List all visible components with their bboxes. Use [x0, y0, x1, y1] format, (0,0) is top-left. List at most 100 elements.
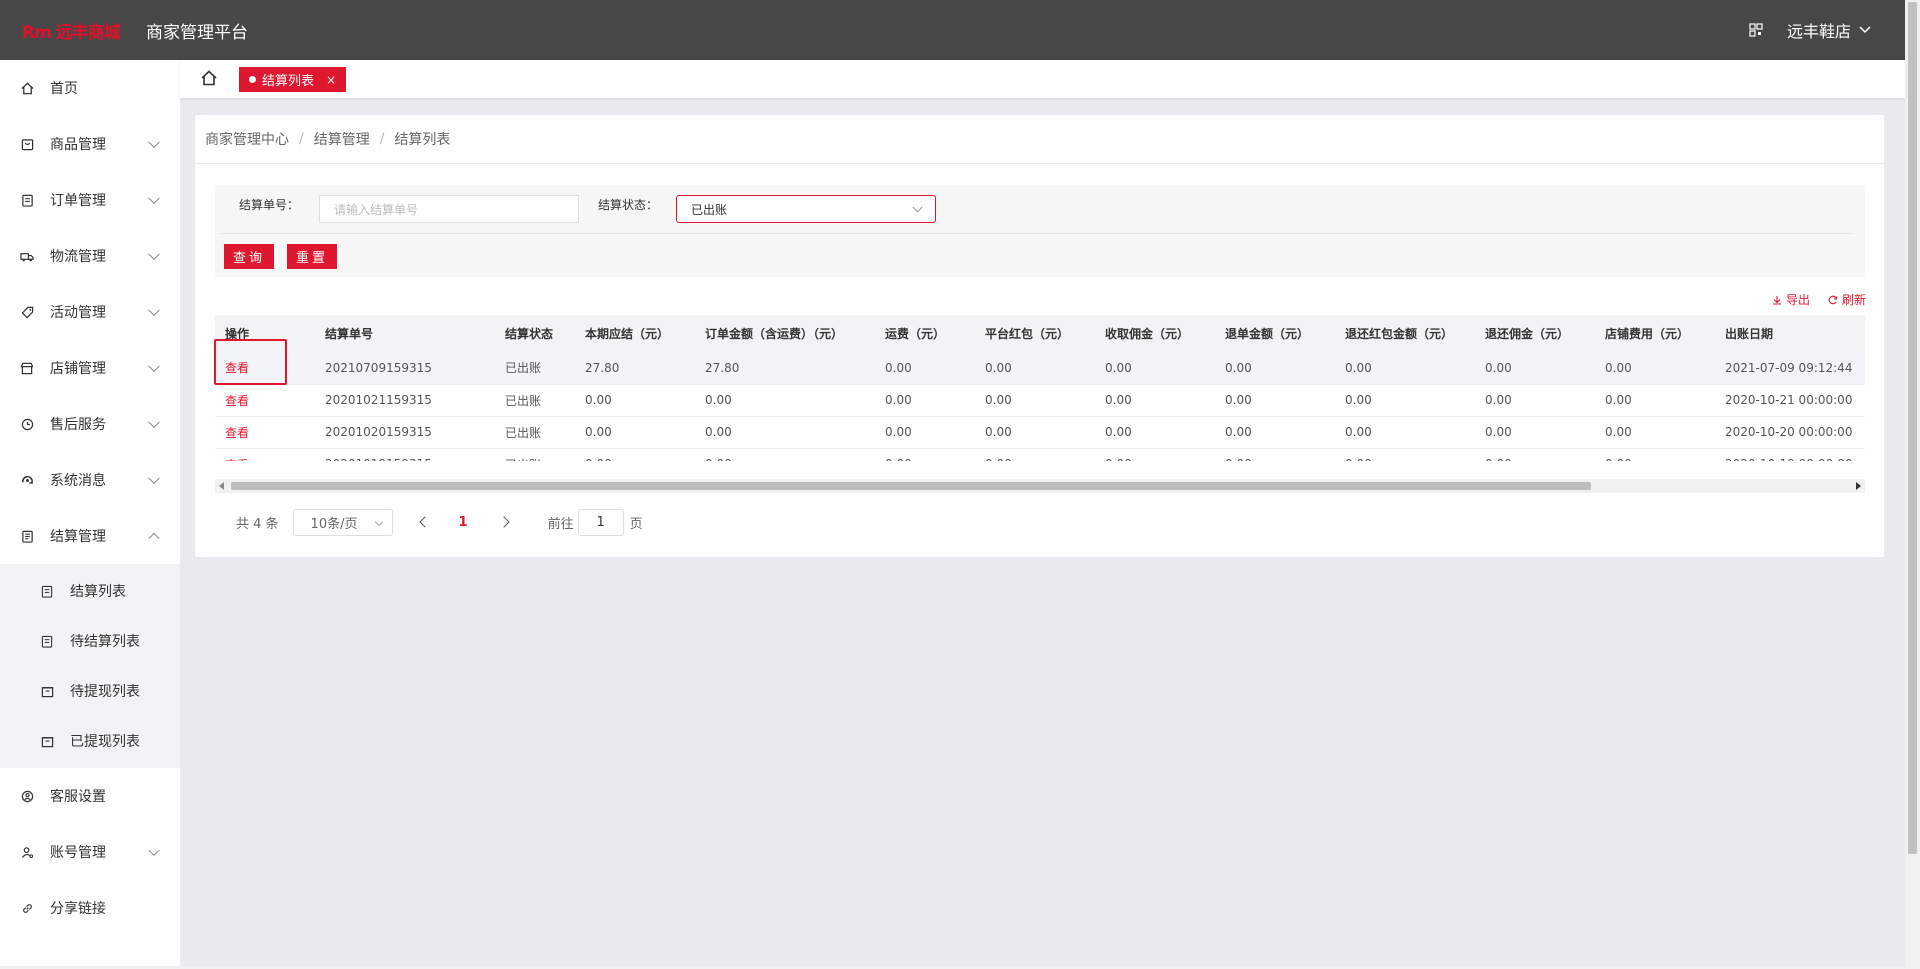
sidebar-item-store[interactable]: 店铺管理: [0, 340, 180, 396]
breadcrumb-item[interactable]: 商家管理中心: [205, 129, 289, 149]
tab-settlement-list[interactable]: 结算列表 ×: [239, 67, 347, 92]
chevron-down-icon: [148, 416, 160, 429]
table-cell: 0.00: [1475, 384, 1595, 417]
table-tools: 导出 刷新: [1772, 291, 1866, 308]
table-cell: 2020-10-20 00:00:00: [1715, 416, 1865, 449]
sidebar-item-activities[interactable]: 活动管理: [0, 284, 180, 340]
scroll-right-icon[interactable]: [1856, 482, 1861, 490]
sidebar-item-account[interactable]: 账号管理: [0, 824, 180, 880]
table-cell: 0.00: [875, 416, 975, 449]
table-cell: 0.00: [695, 384, 875, 417]
view-link[interactable]: 查看: [215, 416, 315, 449]
message-icon: [20, 473, 34, 487]
column-header: 结算状态: [495, 315, 575, 352]
status-select[interactable]: 已出账: [676, 195, 936, 223]
order-number-input[interactable]: 请输入结算单号: [319, 195, 579, 223]
export-button[interactable]: 导出: [1772, 291, 1810, 308]
column-header: 平台红包（元）: [975, 315, 1095, 352]
home-icon: [20, 81, 34, 95]
home-tab-icon[interactable]: [200, 69, 218, 87]
prev-page-icon[interactable]: [418, 516, 431, 528]
page-size-select[interactable]: 10条/页: [292, 508, 393, 536]
chevron-down-icon: [148, 844, 160, 857]
table-cell: 20201019159315: [315, 448, 495, 461]
goto-label: 前往: [547, 516, 574, 532]
submenu-item-pending-settlement[interactable]: 待结算列表: [0, 616, 180, 666]
table-cell: 0.00: [575, 384, 695, 417]
sidebar-item-label: 商品管理: [50, 137, 106, 153]
search-form: 结算单号： 请输入结算单号 结算状态： 已出账 查询 重置: [215, 185, 1865, 277]
refresh-label: 刷新: [1841, 293, 1866, 307]
breadcrumb-item[interactable]: 结算管理: [314, 129, 370, 149]
table-cell: 已出账: [495, 352, 575, 385]
order-number-label: 结算单号：: [239, 198, 300, 212]
table-cell: 0.00: [975, 416, 1095, 449]
truck-icon: [20, 249, 34, 263]
sidebar-item-settlement[interactable]: 结算管理: [0, 508, 180, 564]
goods-icon: [20, 137, 34, 151]
sidebar-item-label: 分享链接: [50, 901, 106, 917]
wallet-icon: [40, 734, 54, 748]
view-link[interactable]: 查看: [215, 384, 315, 417]
customer-service-icon: [20, 789, 34, 803]
vertical-scrollbar[interactable]: [1905, 0, 1920, 969]
column-header: 结算单号: [315, 315, 495, 352]
submenu-item-label: 待结算列表: [70, 634, 140, 650]
sidebar-item-logistics[interactable]: 物流管理: [0, 228, 180, 284]
settlement-icon: [20, 529, 34, 543]
view-link[interactable]: 查看: [215, 448, 315, 461]
goto-suffix: 页: [629, 516, 643, 532]
submenu-item-withdrawn[interactable]: 已提现列表: [0, 716, 180, 766]
page-number[interactable]: 1: [459, 515, 468, 530]
horizontal-scrollbar[interactable]: [215, 479, 1865, 493]
table-cell: 0.00: [1335, 448, 1475, 461]
active-dot-icon: [249, 76, 256, 83]
submenu-item-settlement-list[interactable]: 结算列表: [0, 566, 180, 616]
table-cell: 0.00: [1095, 384, 1215, 417]
sidebar-item-after-sales[interactable]: 售后服务: [0, 396, 180, 452]
status-label: 结算状态：: [598, 198, 659, 212]
goto-page-input[interactable]: 1: [577, 508, 624, 536]
chevron-down-icon: [148, 192, 160, 205]
refresh-button[interactable]: 刷新: [1828, 291, 1866, 308]
chevron-down-icon: [374, 517, 383, 526]
table-cell: 0.00: [1475, 352, 1595, 385]
chevron-down-icon: [912, 202, 923, 213]
table-row: 查看20201019159315已出账0.000.000.000.000.000…: [215, 448, 1865, 461]
submenu-item-label: 待提现列表: [70, 684, 140, 700]
sidebar-item-goods[interactable]: 商品管理: [0, 116, 180, 172]
divider: [221, 233, 1853, 234]
submenu-item-label: 已提现列表: [70, 734, 140, 750]
qrcode-icon[interactable]: [1749, 23, 1763, 37]
reset-button[interactable]: 重置: [287, 244, 337, 269]
sidebar-item-label: 账号管理: [50, 845, 106, 861]
table-cell: 0.00: [1595, 352, 1715, 385]
column-header: 本期应结（元）: [575, 315, 695, 352]
scrollbar-thumb[interactable]: [231, 482, 1591, 490]
next-page-icon[interactable]: [497, 516, 510, 528]
query-button[interactable]: 查询: [224, 244, 274, 269]
column-header: 订单金额（含运费）（元）: [695, 315, 875, 352]
status-select-value: 已出账: [691, 202, 728, 217]
sidebar-item-messages[interactable]: 系统消息: [0, 452, 180, 508]
sidebar-item-share-link[interactable]: 分享链接: [0, 880, 180, 936]
scrollbar-thumb[interactable]: [1908, 2, 1917, 854]
submenu-item-pending-withdrawal[interactable]: 待提现列表: [0, 666, 180, 716]
sidebar-item-home[interactable]: 首页: [0, 60, 180, 116]
table-cell: 0.00: [1335, 416, 1475, 449]
table-cell: 已出账: [495, 416, 575, 449]
column-header: 退单金额（元）: [1215, 315, 1335, 352]
table-cell: 0.00: [1215, 448, 1335, 461]
scroll-left-icon[interactable]: [219, 482, 224, 490]
table-cell: 0.00: [1215, 352, 1335, 385]
sidebar-item-orders[interactable]: 订单管理: [0, 172, 180, 228]
chevron-down-icon: [148, 304, 160, 317]
sidebar-item-customer-service[interactable]: 客服设置: [0, 768, 180, 824]
brand-logo[interactable]: Rm 远丰商城: [22, 18, 132, 43]
service-icon: [20, 417, 34, 431]
chevron-down-icon: [148, 360, 160, 373]
column-header: 出账日期: [1715, 315, 1865, 352]
table-cell: 0.00: [875, 448, 975, 461]
close-icon[interactable]: ×: [326, 73, 336, 87]
shop-menu[interactable]: 远丰鞋店: [1787, 18, 1871, 42]
